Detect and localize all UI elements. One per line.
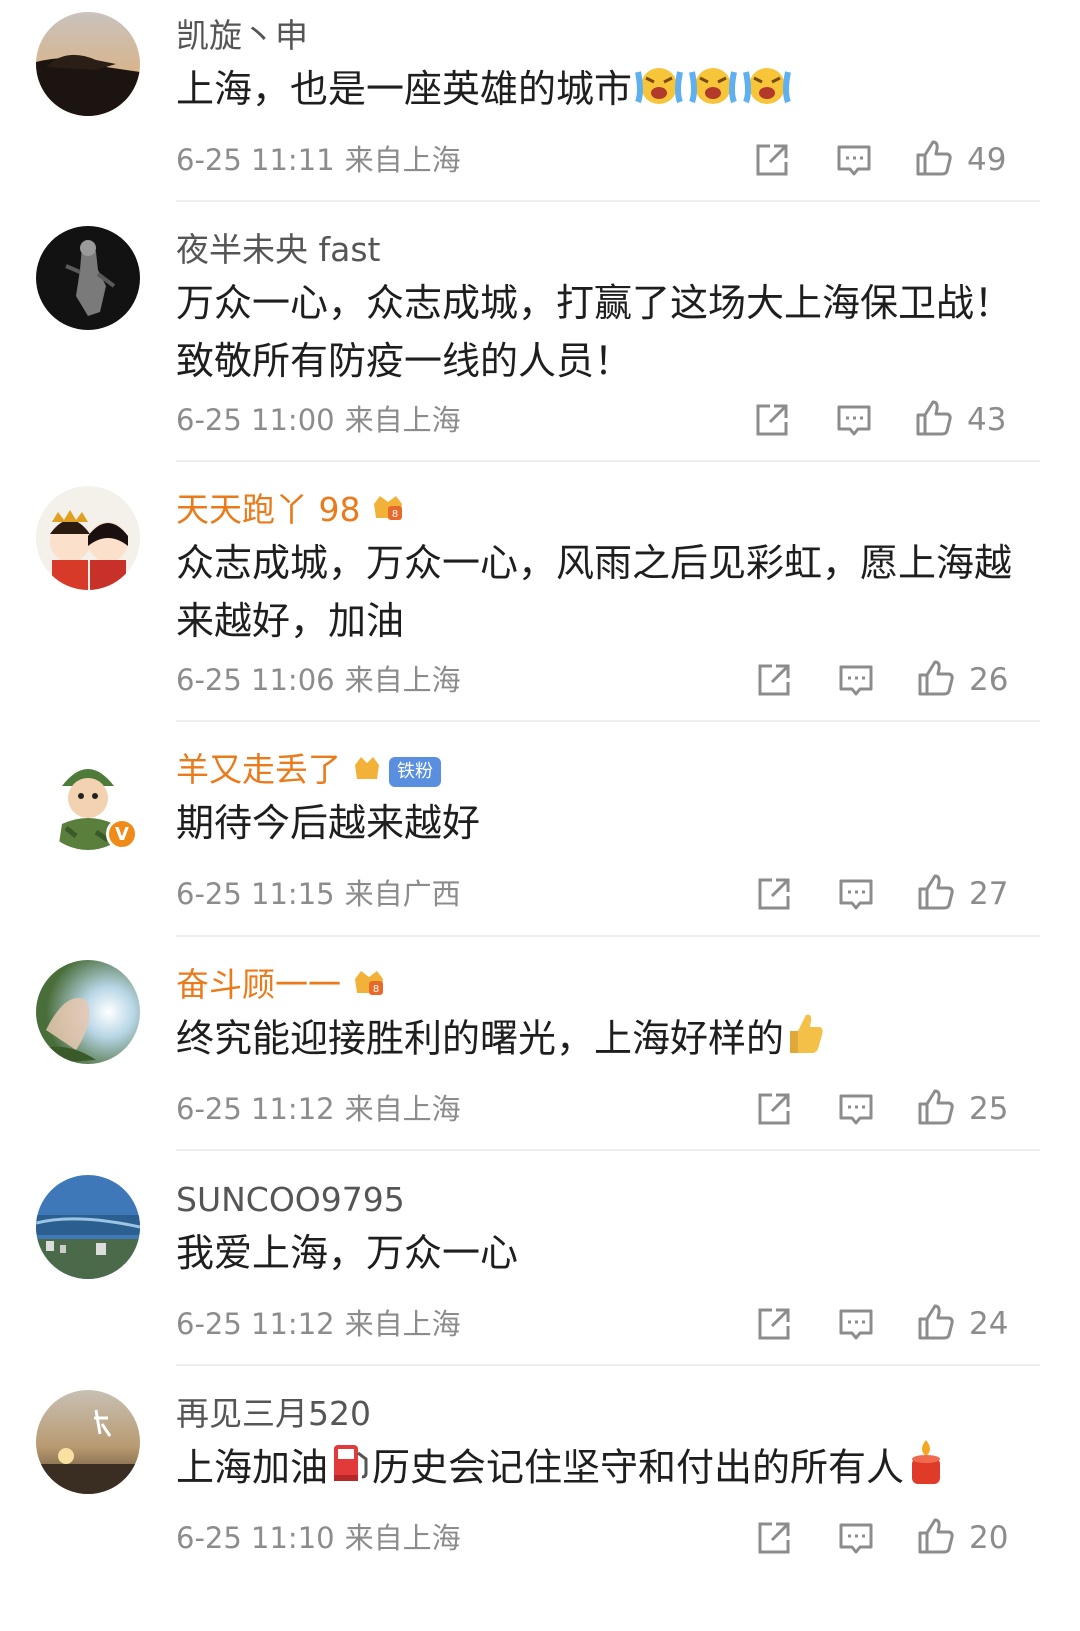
- crying-laughing-emoji-icon: [686, 62, 740, 122]
- username[interactable]: 夜半未央 fast: [176, 230, 380, 270]
- comment-icon[interactable]: [836, 1304, 876, 1344]
- crown-badge-icon: [351, 751, 383, 792]
- thumbs-up-icon[interactable]: [914, 398, 954, 438]
- thumbs-up-icon[interactable]: [916, 1516, 956, 1556]
- divider: [176, 460, 1040, 462]
- comment-icon[interactable]: [836, 1518, 876, 1558]
- share-icon[interactable]: [754, 1089, 794, 1129]
- username[interactable]: 再见三月520: [176, 1394, 371, 1434]
- comment-meta: 6-25 11:06 来自上海: [176, 662, 461, 698]
- fan-badge: 铁粉: [389, 756, 441, 787]
- like-count: 49: [967, 142, 1007, 178]
- verified-badge-icon: V: [106, 818, 138, 850]
- comment-text: 万众一心，众志成城，打赢了这场大上海保卫战！致敬所有防疫一线的人员！: [176, 281, 1013, 383]
- divider: [176, 200, 1040, 202]
- timestamp: 6-25 11:12: [176, 1307, 335, 1341]
- avatar[interactable]: [36, 12, 140, 116]
- location: 来自上海: [344, 1092, 461, 1126]
- comment-feed: 凯旋丶申 上海，也是一座英雄的城市 6-25 11:11 来自上海 49 夜半未央…: [0, 0, 1080, 1631]
- thumbs-up-icon[interactable]: [916, 1087, 956, 1127]
- comment-icon[interactable]: [834, 140, 874, 180]
- like-count: 20: [969, 1520, 1009, 1556]
- share-icon[interactable]: [754, 660, 794, 700]
- comment-text: 终究能迎接胜利的曙光，上海好样的: [176, 1009, 1046, 1073]
- divider: [176, 935, 1040, 937]
- share-icon[interactable]: [752, 140, 792, 180]
- timestamp: 6-25 11:11: [176, 143, 335, 177]
- comment-text: 众志成城，万众一心，风雨之后见彩虹，愿上海越来越好，加油: [176, 541, 1013, 643]
- timestamp: 6-25 11:00: [176, 403, 335, 437]
- comment-text: 我爱上海，万众一心: [176, 1231, 519, 1275]
- comment-icon[interactable]: [836, 660, 876, 700]
- share-icon[interactable]: [754, 874, 794, 914]
- comment-meta: 6-25 11:15 来自广西: [176, 876, 461, 912]
- share-icon[interactable]: [752, 400, 792, 440]
- location: 来自上海: [344, 143, 461, 177]
- comment-icon[interactable]: [836, 1089, 876, 1129]
- comment-meta: 6-25 11:00 来自上海: [176, 402, 461, 438]
- crying-laughing-emoji-icon: [740, 62, 794, 122]
- timestamp: 6-25 11:15: [176, 877, 335, 911]
- location: 来自上海: [344, 1307, 461, 1341]
- gas-pump-emoji-icon: [328, 1439, 372, 1501]
- avatar[interactable]: [36, 486, 140, 590]
- divider: [176, 1364, 1040, 1366]
- crying-laughing-emoji-icon: [632, 62, 686, 122]
- avatar[interactable]: [36, 1390, 140, 1494]
- thumbs-up-icon[interactable]: [916, 1302, 956, 1342]
- location: 来自广西: [344, 877, 461, 911]
- avatar[interactable]: [36, 960, 140, 1064]
- comment-meta: 6-25 11:12 来自上海: [176, 1306, 461, 1342]
- comment-text: 上海，也是一座英雄的城市: [176, 60, 1046, 122]
- avatar[interactable]: [36, 226, 140, 330]
- comment-text: 上海加油 历史会记住坚守和付出的所有人: [176, 1438, 1046, 1502]
- thumbs-up-icon[interactable]: [916, 658, 956, 698]
- like-count: 27: [969, 876, 1009, 912]
- like-count: 25: [969, 1091, 1009, 1127]
- thumbs-up-icon[interactable]: [916, 872, 956, 912]
- crown-badge-icon: 8: [370, 490, 406, 533]
- location: 来自上海: [344, 1521, 461, 1555]
- comment-text: 期待今后越来越好: [176, 801, 481, 845]
- username[interactable]: 凯旋丶申: [176, 16, 308, 56]
- divider: [176, 1149, 1040, 1151]
- location: 来自上海: [344, 403, 461, 437]
- location: 来自上海: [344, 663, 461, 697]
- username[interactable]: SUNCOO9795: [176, 1180, 405, 1220]
- timestamp: 6-25 11:12: [176, 1092, 335, 1126]
- username[interactable]: 天天跑丫 98 8: [176, 490, 406, 533]
- timestamp: 6-25 11:06: [176, 663, 335, 697]
- comment-meta: 6-25 11:11 来自上海: [176, 142, 461, 178]
- username[interactable]: 奋斗顾一一 8: [176, 965, 387, 1008]
- like-count: 26: [969, 662, 1009, 698]
- like-count: 43: [967, 402, 1007, 438]
- avatar[interactable]: [36, 1175, 140, 1279]
- timestamp: 6-25 11:10: [176, 1521, 335, 1555]
- divider: [176, 720, 1040, 722]
- svg-text:8: 8: [392, 509, 398, 520]
- share-icon[interactable]: [754, 1304, 794, 1344]
- thumbs-up-icon[interactable]: [914, 138, 954, 178]
- like-count: 24: [969, 1306, 1009, 1342]
- candle-emoji-icon: [904, 1438, 948, 1502]
- comment-icon[interactable]: [834, 400, 874, 440]
- thumbs-up-emoji-icon: [784, 1009, 828, 1073]
- svg-text:8: 8: [373, 984, 379, 995]
- comment-icon[interactable]: [836, 874, 876, 914]
- crown-badge-icon: 8: [351, 965, 387, 1008]
- share-icon[interactable]: [754, 1518, 794, 1558]
- username[interactable]: 羊又走丢了 铁粉: [176, 750, 441, 792]
- comment-meta: 6-25 11:10 来自上海: [176, 1520, 461, 1556]
- comment-meta: 6-25 11:12 来自上海: [176, 1091, 461, 1127]
